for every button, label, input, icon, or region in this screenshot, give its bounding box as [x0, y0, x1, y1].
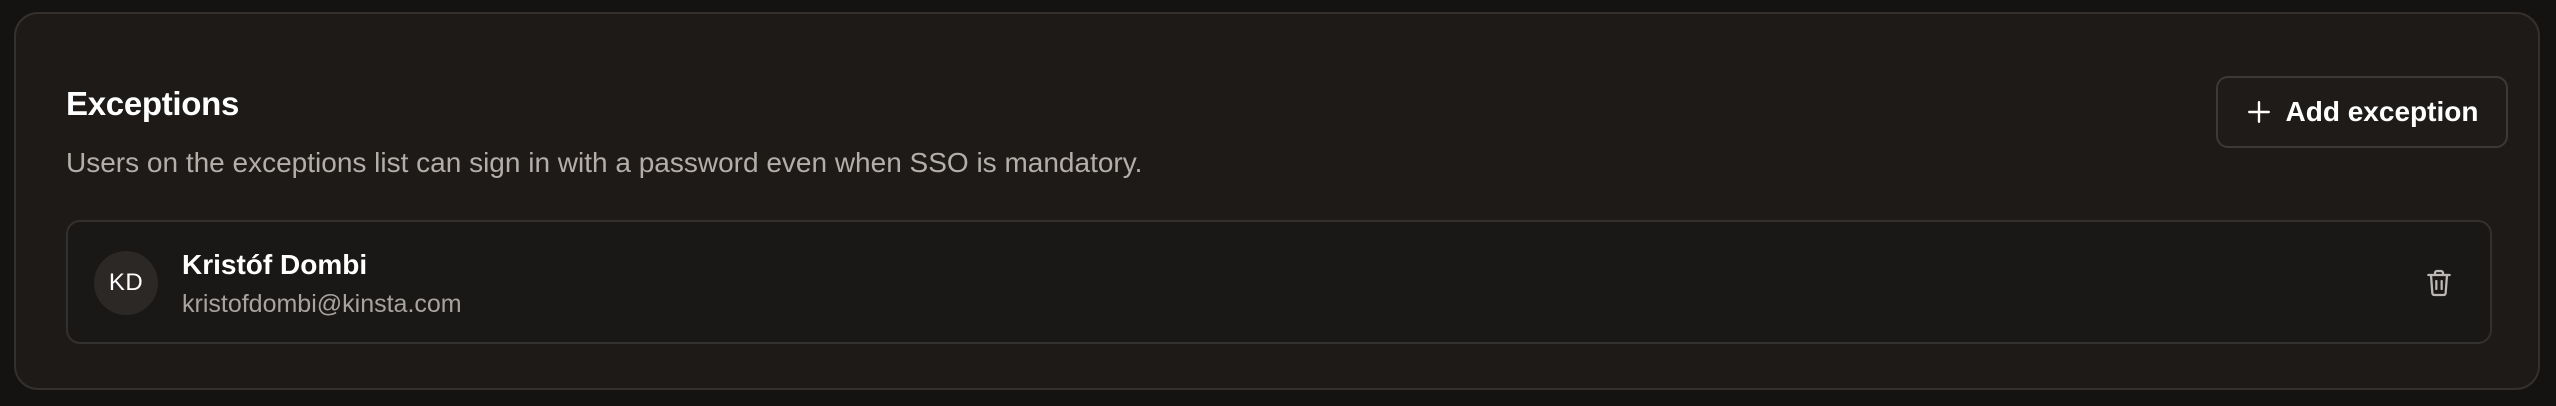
exceptions-card: Exceptions Users on the exceptions list … [14, 12, 2540, 390]
user-name: Kristóf Dombi [182, 249, 368, 280]
plus-icon [2247, 101, 2270, 123]
section-title: Exceptions [66, 85, 240, 122]
trash-icon [2427, 269, 2451, 297]
user-email: kristofdombi@kinsta.com [182, 290, 462, 318]
delete-exception-button[interactable] [2414, 258, 2464, 308]
add-exception-label: Add exception [2285, 96, 2479, 127]
avatar: KD [94, 251, 158, 315]
exception-list-item: KD Kristóf Dombi kristofdombi@kinsta.com [66, 220, 2492, 344]
add-exception-button[interactable]: Add exception [2216, 76, 2508, 148]
section-description: Users on the exceptions list can sign in… [66, 147, 1143, 178]
